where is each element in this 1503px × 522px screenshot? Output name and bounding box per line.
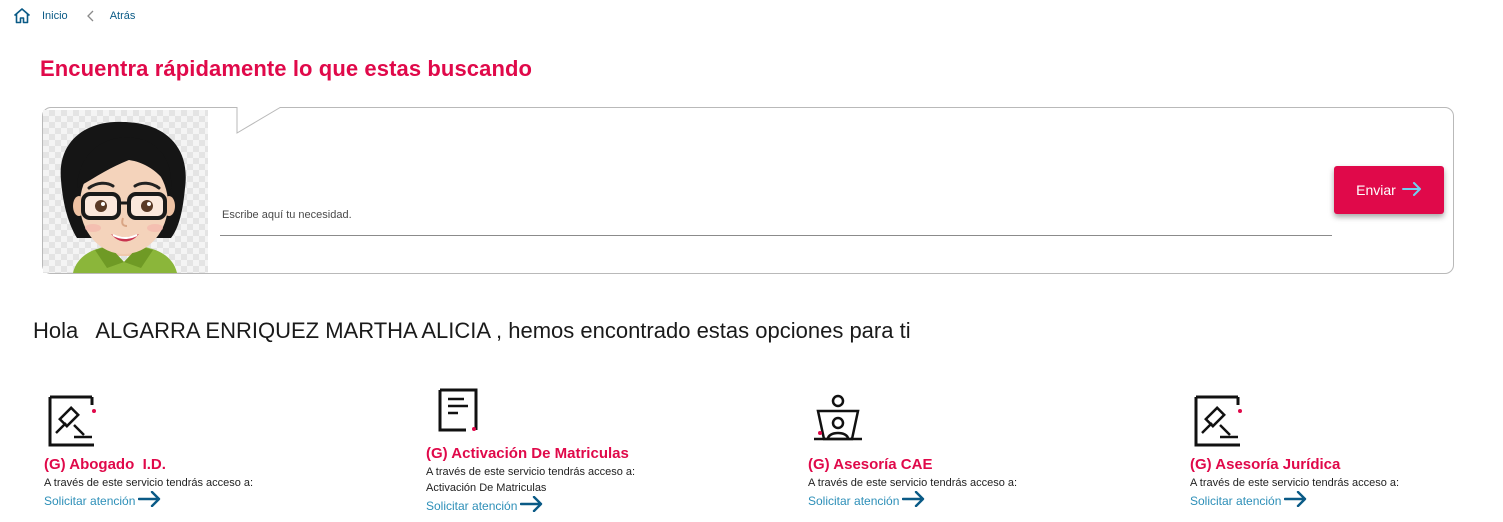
- arrow-right-icon: [1284, 490, 1308, 510]
- search-card: Enviar: [42, 107, 1454, 274]
- speech-bubble-tail: [233, 107, 283, 134]
- request-attention-label: Solicitar atención: [44, 493, 136, 508]
- chevron-left-icon: [84, 9, 98, 23]
- greeting-text: Hola ALGARRA ENRIQUEZ MARTHA ALICIA , he…: [33, 318, 911, 344]
- request-attention-link[interactable]: Solicitar atención: [44, 490, 162, 510]
- arrow-right-icon: [520, 495, 544, 515]
- option-description: A través de este servicio tendrás acceso…: [44, 477, 254, 489]
- advisor-person-icon: [808, 393, 1148, 454]
- arrow-right-icon: [902, 490, 926, 510]
- request-attention-label: Solicitar atención: [426, 498, 518, 513]
- send-button-label: Enviar: [1356, 182, 1396, 198]
- arrow-right-icon: [138, 490, 162, 510]
- assistant-avatar: [43, 110, 208, 273]
- request-attention-link[interactable]: Solicitar atención: [808, 490, 926, 510]
- request-attention-label: Solicitar atención: [808, 493, 900, 508]
- breadcrumb: Inicio Atrás: [12, 6, 135, 26]
- option-title: (G) Activación De Matriculas: [426, 445, 629, 462]
- option-title: (G) Asesoría Jurídica: [1190, 456, 1341, 473]
- gavel-document-icon: [44, 395, 384, 454]
- gavel-document-icon: [1190, 395, 1503, 454]
- greeting-suffix: , hemos encontrado estas opciones para t…: [496, 318, 911, 343]
- send-button[interactable]: Enviar: [1334, 166, 1444, 214]
- home-icon[interactable]: [12, 6, 32, 26]
- option-description: A través de este servicio tendrás acceso…: [808, 477, 1018, 489]
- breadcrumb-back-link[interactable]: Atrás: [110, 10, 136, 22]
- option-card: (G) Asesoría CAE A través de este servic…: [808, 393, 1148, 510]
- document-list-icon: [426, 386, 766, 443]
- option-card: (G) Abogado I.D. A través de este servic…: [44, 395, 384, 510]
- option-description: A través de este servicio tendrás acceso…: [426, 466, 636, 478]
- breadcrumb-home-link[interactable]: Inicio: [42, 10, 68, 22]
- option-description: A través de este servicio tendrás acceso…: [1190, 477, 1400, 489]
- request-attention-link[interactable]: Solicitar atención: [1190, 490, 1308, 510]
- option-card: (G) Activación De Matriculas A través de…: [426, 386, 766, 515]
- page-title: Encuentra rápidamente lo que estas busca…: [40, 56, 533, 81]
- option-title: (G) Abogado I.D.: [44, 456, 166, 473]
- greeting-prefix: Hola: [33, 318, 79, 343]
- greeting-user-name: ALGARRA ENRIQUEZ MARTHA ALICIA: [95, 318, 490, 343]
- option-card: (G) Asesoría Jurídica A través de este s…: [1190, 395, 1503, 510]
- option-service-item: Activación De Matriculas: [426, 482, 547, 494]
- arrow-right-icon: [1401, 181, 1422, 199]
- option-title: (G) Asesoría CAE: [808, 456, 933, 473]
- request-attention-label: Solicitar atención: [1190, 493, 1282, 508]
- request-attention-link[interactable]: Solicitar atención: [426, 495, 544, 515]
- need-input[interactable]: [220, 194, 1332, 236]
